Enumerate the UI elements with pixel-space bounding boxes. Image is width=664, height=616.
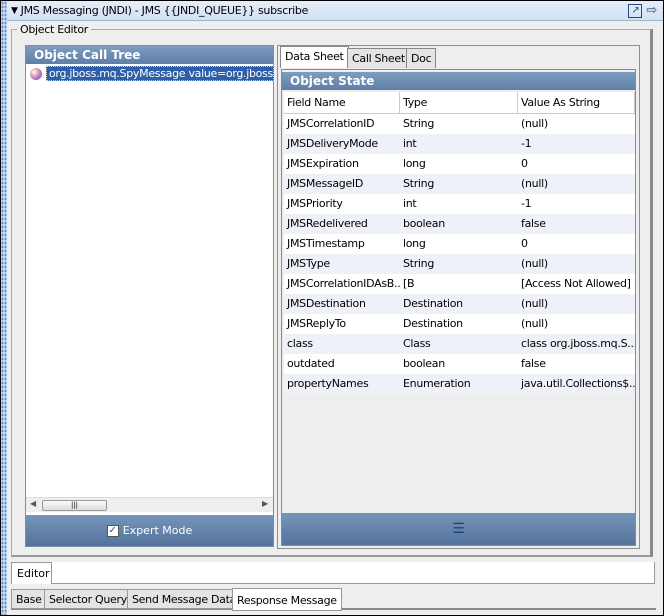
object-state-table: Field Name Type Value As String JMSCorre… xyxy=(284,92,635,394)
table-row[interactable]: JMSReplyTo Destination (null) xyxy=(284,314,635,334)
value-cell: (null) xyxy=(521,297,548,310)
type-cell: int xyxy=(403,197,417,210)
value-cell: -1 xyxy=(521,197,532,210)
scroll-left-icon[interactable]: ◀ xyxy=(30,499,36,508)
type-cell: long xyxy=(403,237,426,250)
field-name-cell: outdated xyxy=(287,357,335,370)
object-icon xyxy=(30,67,42,80)
table-row[interactable]: propertyNames Enumeration java.util.Collec… xyxy=(284,374,635,394)
value-cell: (null) xyxy=(521,177,548,190)
dock-strip xyxy=(1,1,7,615)
table-row[interactable]: class Class class org.jboss.mq.S... xyxy=(284,334,635,354)
tab-editor[interactable]: Editor xyxy=(11,562,52,584)
title-bar: ▼ JMS Messaging (JNDI) - JMS {{JNDI_QUEU… xyxy=(7,1,663,21)
tab-data-sheet[interactable]: Data Sheet xyxy=(280,46,349,68)
field-name-cell: JMSType xyxy=(287,257,330,270)
table-row[interactable]: JMSCorrelationIDAsB... [B [Access Not Allo… xyxy=(284,274,635,294)
tree-view-icon[interactable]: ☰ xyxy=(452,521,465,537)
tab-doc[interactable]: Doc xyxy=(406,48,437,68)
float-window-icon[interactable]: ↗ xyxy=(628,3,643,18)
column-header-field-name[interactable]: Field Name xyxy=(284,92,400,113)
type-cell: Enumeration xyxy=(403,377,471,390)
table-row[interactable]: JMSMessageID String (null) xyxy=(284,174,635,194)
tree-item[interactable]: org.jboss.mq.SpyMessage value=org.jboss.… xyxy=(30,66,274,81)
horizontal-scrollbar[interactable]: ◀ ||| ▶ xyxy=(26,497,273,512)
value-cell: (null) xyxy=(521,257,548,270)
table-row[interactable]: JMSTimestamp long 0 xyxy=(284,234,635,254)
table-row[interactable]: JMSPriority int -1 xyxy=(284,194,635,214)
value-cell: [Access Not Allowed] xyxy=(521,277,631,290)
table-row[interactable]: JMSType String (null) xyxy=(284,254,635,274)
scroll-thumb[interactable]: ||| xyxy=(42,500,107,511)
panel-header: Object Call Tree xyxy=(26,46,273,64)
field-name-cell: JMSCorrelationIDAsB... xyxy=(287,277,400,290)
type-cell: Class xyxy=(403,337,431,350)
column-header-value[interactable]: Value As String xyxy=(518,92,635,113)
column-header-type[interactable]: Type xyxy=(400,92,518,113)
tab-selector-query[interactable]: Selector Query xyxy=(44,589,132,609)
type-cell: String xyxy=(403,117,435,130)
value-cell: class org.jboss.mq.S... xyxy=(521,337,635,350)
value-cell: false xyxy=(521,217,546,230)
table-row[interactable]: JMSExpiration long 0 xyxy=(284,154,635,174)
data-sheet-panel: Data Sheet Call Sheet Doc Object State F… xyxy=(277,45,640,549)
field-name-cell: JMSPriority xyxy=(287,197,343,210)
value-cell: (null) xyxy=(521,317,548,330)
tab-send-message-data[interactable]: Send Message Data xyxy=(127,589,242,609)
type-cell: boolean xyxy=(403,357,445,370)
tab-base[interactable]: Base xyxy=(11,589,47,609)
value-cell: (null) xyxy=(521,117,548,130)
field-name-cell: JMSExpiration xyxy=(287,157,359,170)
panel-footer: ✓ Expert Mode xyxy=(26,515,273,546)
value-cell: java.util.Collections$... xyxy=(521,377,635,390)
table-row[interactable]: JMSRedelivered boolean false xyxy=(284,214,635,234)
tree-item-label: org.jboss.mq.SpyMessage value=org.jboss.… xyxy=(46,66,274,81)
tab-response-message[interactable]: Response Message xyxy=(232,588,342,611)
object-state-box: Object State Field Name Type Value As St… xyxy=(281,69,636,546)
panel-footer: ☰ xyxy=(282,513,635,545)
type-cell: boolean xyxy=(403,217,445,230)
field-name-cell: JMSMessageID xyxy=(287,177,364,190)
collapse-triangle-icon[interactable]: ▼ xyxy=(11,6,18,16)
type-cell: String xyxy=(403,177,435,190)
value-cell: 0 xyxy=(521,237,528,250)
type-cell: long xyxy=(403,157,426,170)
type-cell: Destination xyxy=(403,317,463,330)
object-call-tree-panel: Object Call Tree org.jboss.mq.SpyMessage… xyxy=(25,45,274,547)
type-cell: [B xyxy=(403,277,415,290)
table-row[interactable]: JMSDestination Destination (null) xyxy=(284,294,635,314)
scroll-right-icon[interactable]: ▶ xyxy=(262,499,268,508)
field-name-cell: JMSDestination xyxy=(287,297,366,310)
field-name-cell: JMSReplyTo xyxy=(287,317,346,330)
tab-call-sheet[interactable]: Call Sheet xyxy=(347,48,410,68)
expert-mode-label: Expert Mode xyxy=(122,524,193,537)
type-cell: String xyxy=(403,257,435,270)
editor-tab-strip xyxy=(51,562,655,584)
field-name-cell: propertyNames xyxy=(287,377,369,390)
table-row[interactable]: outdated boolean false xyxy=(284,354,635,374)
value-cell: -1 xyxy=(521,137,532,150)
object-state-header: Object State xyxy=(282,72,635,90)
field-name-cell: JMSTimestamp xyxy=(287,237,365,250)
window: ▼ JMS Messaging (JNDI) - JMS {{JNDI_QUEU… xyxy=(1,1,663,615)
value-cell: false xyxy=(521,357,546,370)
field-name-cell: JMSDeliveryMode xyxy=(287,137,378,150)
table-header-row: Field Name Type Value As String xyxy=(284,92,635,114)
field-name-cell: JMSCorrelationID xyxy=(287,117,375,130)
field-name-cell: JMSRedelivered xyxy=(287,217,368,230)
window-title: JMS Messaging (JNDI) - JMS {{JNDI_QUEUE}… xyxy=(20,4,309,17)
type-cell: Destination xyxy=(403,297,463,310)
value-cell: 0 xyxy=(521,157,528,170)
table-row[interactable]: JMSCorrelationID String (null) xyxy=(284,114,635,134)
group-label: Object Editor xyxy=(17,23,91,36)
field-name-cell: class xyxy=(287,337,313,350)
arrow-right-icon[interactable]: ⇨ xyxy=(646,3,657,18)
type-cell: int xyxy=(403,137,417,150)
expert-mode-checkbox[interactable]: ✓ xyxy=(106,524,119,537)
table-row[interactable]: JMSDeliveryMode int -1 xyxy=(284,134,635,154)
